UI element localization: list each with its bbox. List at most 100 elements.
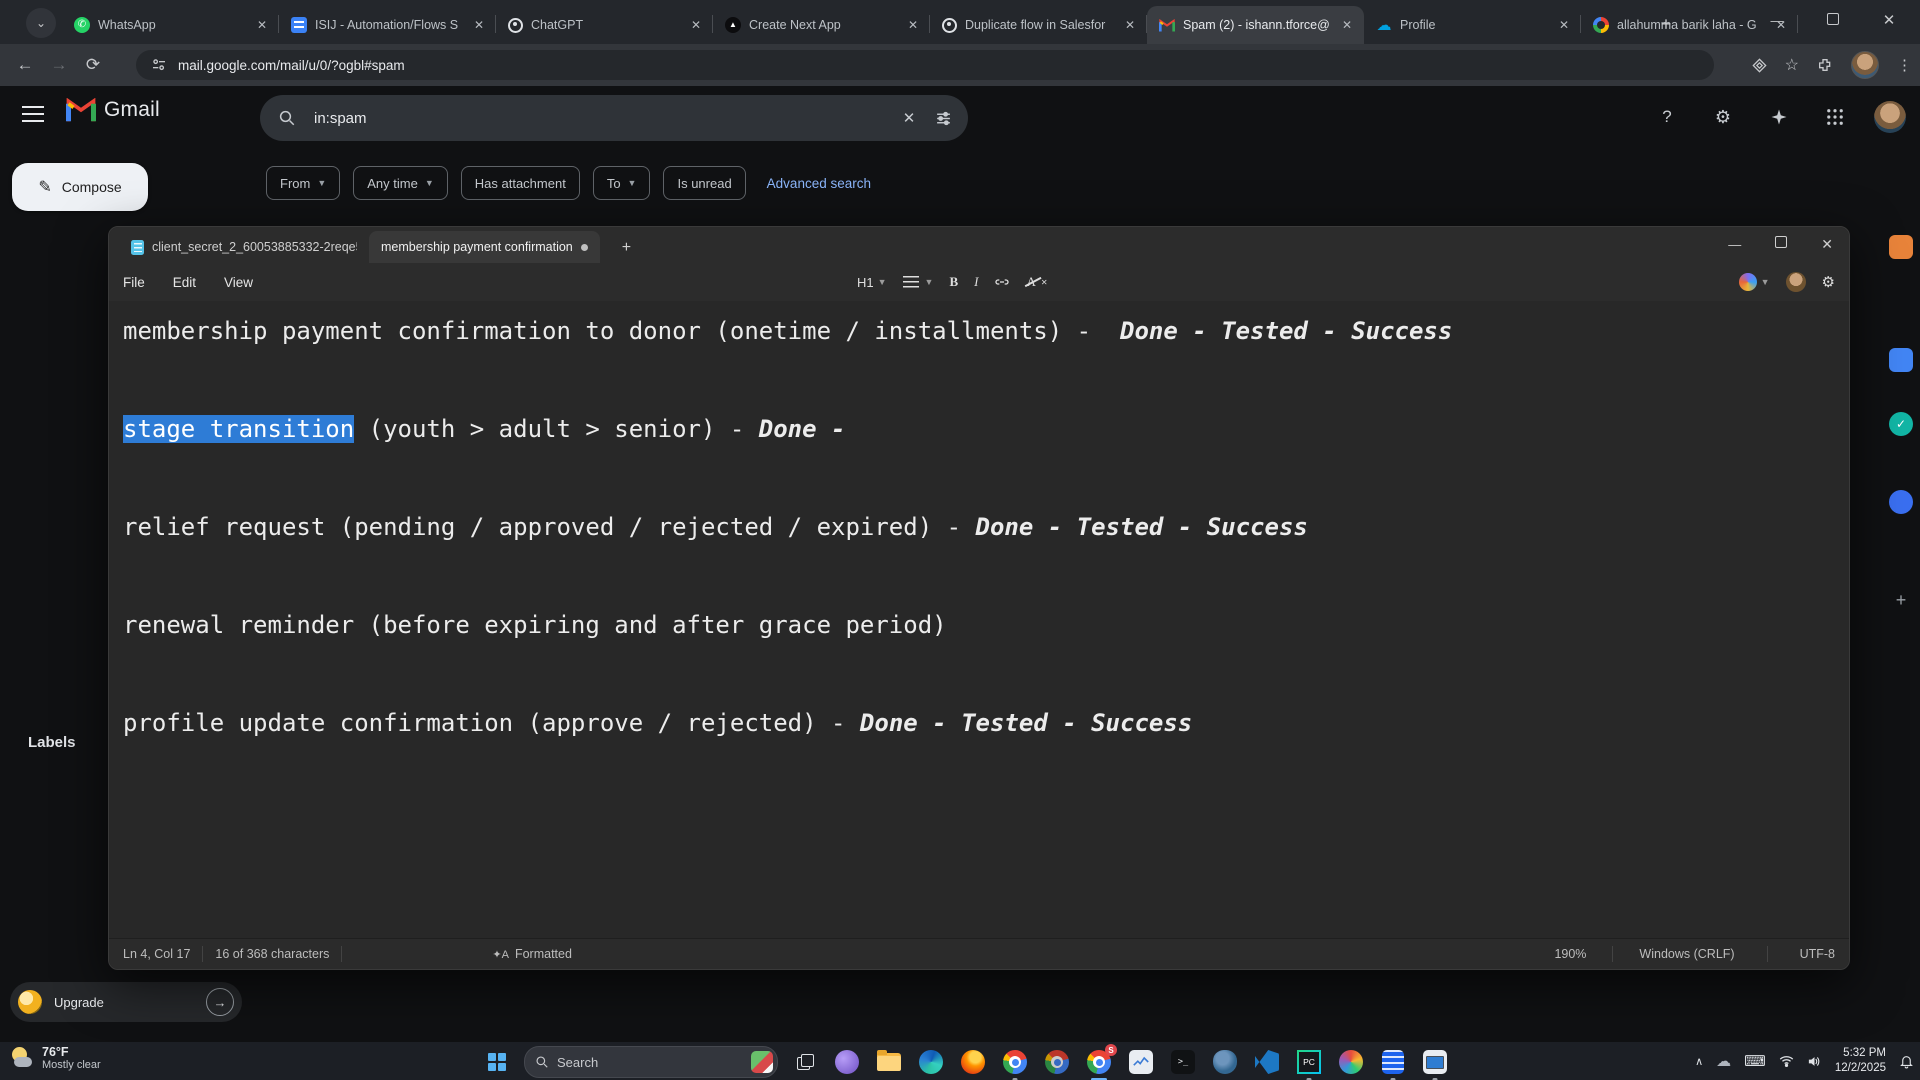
docker-app-icon[interactable] <box>1378 1047 1408 1080</box>
encoding[interactable]: UTF-8 <box>1800 947 1835 961</box>
add-icon[interactable]: + <box>1889 588 1913 612</box>
upgrade-button[interactable]: Upgrade → <box>10 982 242 1022</box>
menu-file[interactable]: File <box>109 275 159 290</box>
filter-chip-to[interactable]: To ▼ <box>592 166 651 200</box>
browser-tab-whatsapp[interactable]: ✆ WhatsApp ✕ <box>62 6 279 44</box>
tab-search-button[interactable]: ⌄ <box>26 8 56 38</box>
clear-formatting-button[interactable]: A ✕ <box>1026 274 1047 290</box>
window-minimize-button[interactable]: — <box>1764 13 1790 28</box>
notepad-account-avatar[interactable] <box>1785 272 1806 292</box>
window-close-button[interactable]: ✕ <box>1876 11 1902 29</box>
menu-view[interactable]: View <box>210 275 267 290</box>
color-app-icon[interactable] <box>1336 1047 1366 1077</box>
close-icon[interactable]: ✕ <box>1555 18 1573 32</box>
tray-expand-icon[interactable]: ∧ <box>1695 1055 1703 1068</box>
google-apps-grid-icon[interactable] <box>1818 100 1852 134</box>
search-query-text[interactable]: in:spam <box>314 110 892 127</box>
italic-button[interactable]: I <box>974 274 978 290</box>
onedrive-cloud-icon[interactable]: ☁ <box>1716 1052 1731 1070</box>
filter-chip-from[interactable]: From ▼ <box>266 166 341 200</box>
volume-icon[interactable] <box>1807 1055 1822 1068</box>
settings-gear-icon[interactable]: ⚙ <box>1706 100 1740 134</box>
vscode-icon[interactable] <box>1252 1047 1282 1077</box>
notepad-new-tab-button[interactable]: + <box>614 239 639 263</box>
teal-check-icon[interactable]: ✓ <box>1889 412 1913 436</box>
taskbar-weather-widget[interactable]: 76°F Mostly clear <box>10 1045 101 1072</box>
notepad-tab-membership[interactable]: membership payment confirmation <box>369 231 600 263</box>
search-options-icon[interactable] <box>926 101 960 135</box>
clear-search-icon[interactable]: ✕ <box>892 101 926 135</box>
reload-button[interactable]: ⟳ <box>76 55 110 75</box>
editor-content[interactable]: membership payment confirmation to donor… <box>123 307 1823 887</box>
blue-app-icon[interactable] <box>1889 348 1913 372</box>
bookmark-star-icon[interactable]: ☆ <box>1785 55 1799 75</box>
browser-tab-chatgpt[interactable]: ChatGPT ✕ <box>496 6 713 44</box>
window-maximize-button[interactable] <box>1820 12 1846 28</box>
heading-style-button[interactable]: H1 ▼ <box>857 275 887 290</box>
pycharm-icon[interactable]: PC <box>1294 1047 1324 1080</box>
reading-mode-icon[interactable] <box>1752 57 1767 73</box>
orange-app-icon[interactable] <box>1889 235 1913 259</box>
chrome-profile-2-icon[interactable] <box>1042 1047 1072 1077</box>
browser-tab-profile[interactable]: ☁ Profile ✕ <box>1364 6 1581 44</box>
notepad-minimize-button[interactable]: — <box>1728 237 1741 252</box>
browser-profile-avatar[interactable] <box>1851 51 1879 79</box>
wifi-icon[interactable] <box>1779 1055 1794 1067</box>
account-avatar[interactable] <box>1874 101 1906 133</box>
notepad-settings-gear-icon[interactable]: ⚙ <box>1822 273 1835 291</box>
menu-dots-icon[interactable]: ⋮ <box>1897 56 1912 74</box>
gemini-sparkle-icon[interactable] <box>1762 100 1796 134</box>
close-icon[interactable]: ✕ <box>253 18 271 32</box>
notepad-tab-client-secret[interactable]: client_secret_2_60053885332-2reqe52rribe <box>119 231 369 263</box>
hamburger-menu-icon[interactable] <box>22 106 44 122</box>
help-icon[interactable]: ? <box>1650 100 1684 134</box>
taskbar-clock[interactable]: 5:32 PM 12/2/2025 <box>1835 1046 1886 1076</box>
browser-tab-duplicate-flow[interactable]: Duplicate flow in Salesfor ✕ <box>930 6 1147 44</box>
postgresql-icon[interactable] <box>1210 1047 1240 1077</box>
close-icon[interactable]: ✕ <box>687 18 705 32</box>
search-icon[interactable] <box>270 101 304 135</box>
gmail-search-bar[interactable]: in:spam ✕ <box>260 95 968 141</box>
filter-chip-anytime[interactable]: Any time ▼ <box>353 166 448 200</box>
taskbar-search-box[interactable]: Search <box>524 1046 778 1078</box>
profile-blue-icon[interactable] <box>1889 490 1913 514</box>
notepad-maximize-button[interactable] <box>1775 235 1788 253</box>
menu-edit[interactable]: Edit <box>159 275 210 290</box>
chrome-profile-1-icon[interactable] <box>1000 1047 1030 1080</box>
close-icon[interactable]: ✕ <box>904 18 922 32</box>
insert-link-button[interactable] <box>994 274 1010 290</box>
close-icon[interactable]: ✕ <box>1121 18 1139 32</box>
line-ending[interactable]: Windows (CRLF) <box>1639 947 1734 961</box>
filter-chip-is-unread[interactable]: Is unread <box>663 166 746 200</box>
compose-button[interactable]: ✎ Compose <box>12 163 148 211</box>
touch-keyboard-icon[interactable]: ⌨ <box>1744 1052 1766 1070</box>
filter-chip-has-attachment[interactable]: Has attachment <box>460 166 580 200</box>
extensions-puzzle-icon[interactable] <box>1817 57 1833 73</box>
loop-app-icon[interactable] <box>832 1047 862 1077</box>
close-icon[interactable]: ✕ <box>470 18 488 32</box>
firefox-browser-icon[interactable] <box>958 1047 988 1077</box>
zoom-level[interactable]: 190% <box>1554 947 1586 961</box>
chrome-profile-3-icon[interactable]: S <box>1084 1044 1117 1080</box>
notepad-close-button[interactable]: ✕ <box>1821 236 1833 253</box>
terminal-icon[interactable]: >_ <box>1168 1047 1198 1077</box>
address-bar[interactable]: mail.google.com/mail/u/0/?ogbl#spam <box>136 50 1714 80</box>
close-icon[interactable]: ✕ <box>1338 18 1356 32</box>
new-tab-button[interactable]: + <box>1652 10 1680 38</box>
browser-tab-isij[interactable]: ISIJ - Automation/Flows S ✕ <box>279 6 496 44</box>
system-monitor-icon[interactable] <box>1126 1047 1156 1077</box>
task-view-button[interactable] <box>790 1047 820 1077</box>
back-button[interactable]: ← <box>8 55 42 75</box>
edge-browser-icon[interactable] <box>916 1047 946 1077</box>
bold-button[interactable]: B <box>949 274 958 290</box>
list-button[interactable]: ▼ <box>902 276 933 288</box>
notifications-bell-icon[interactable] <box>1899 1053 1914 1069</box>
forward-button[interactable]: → <box>42 55 76 75</box>
browser-tab-spam-active[interactable]: Spam (2) - ishann.tforce@ ✕ <box>1147 6 1364 44</box>
browser-tab-create-next-app[interactable]: ▲ Create Next App ✕ <box>713 6 930 44</box>
file-explorer-icon[interactable] <box>874 1047 904 1077</box>
copilot-button[interactable]: ▼ <box>1738 273 1770 291</box>
advanced-search-link[interactable]: Advanced search <box>767 176 871 191</box>
site-info-icon[interactable] <box>148 54 170 76</box>
remote-desktop-icon[interactable] <box>1420 1047 1450 1080</box>
